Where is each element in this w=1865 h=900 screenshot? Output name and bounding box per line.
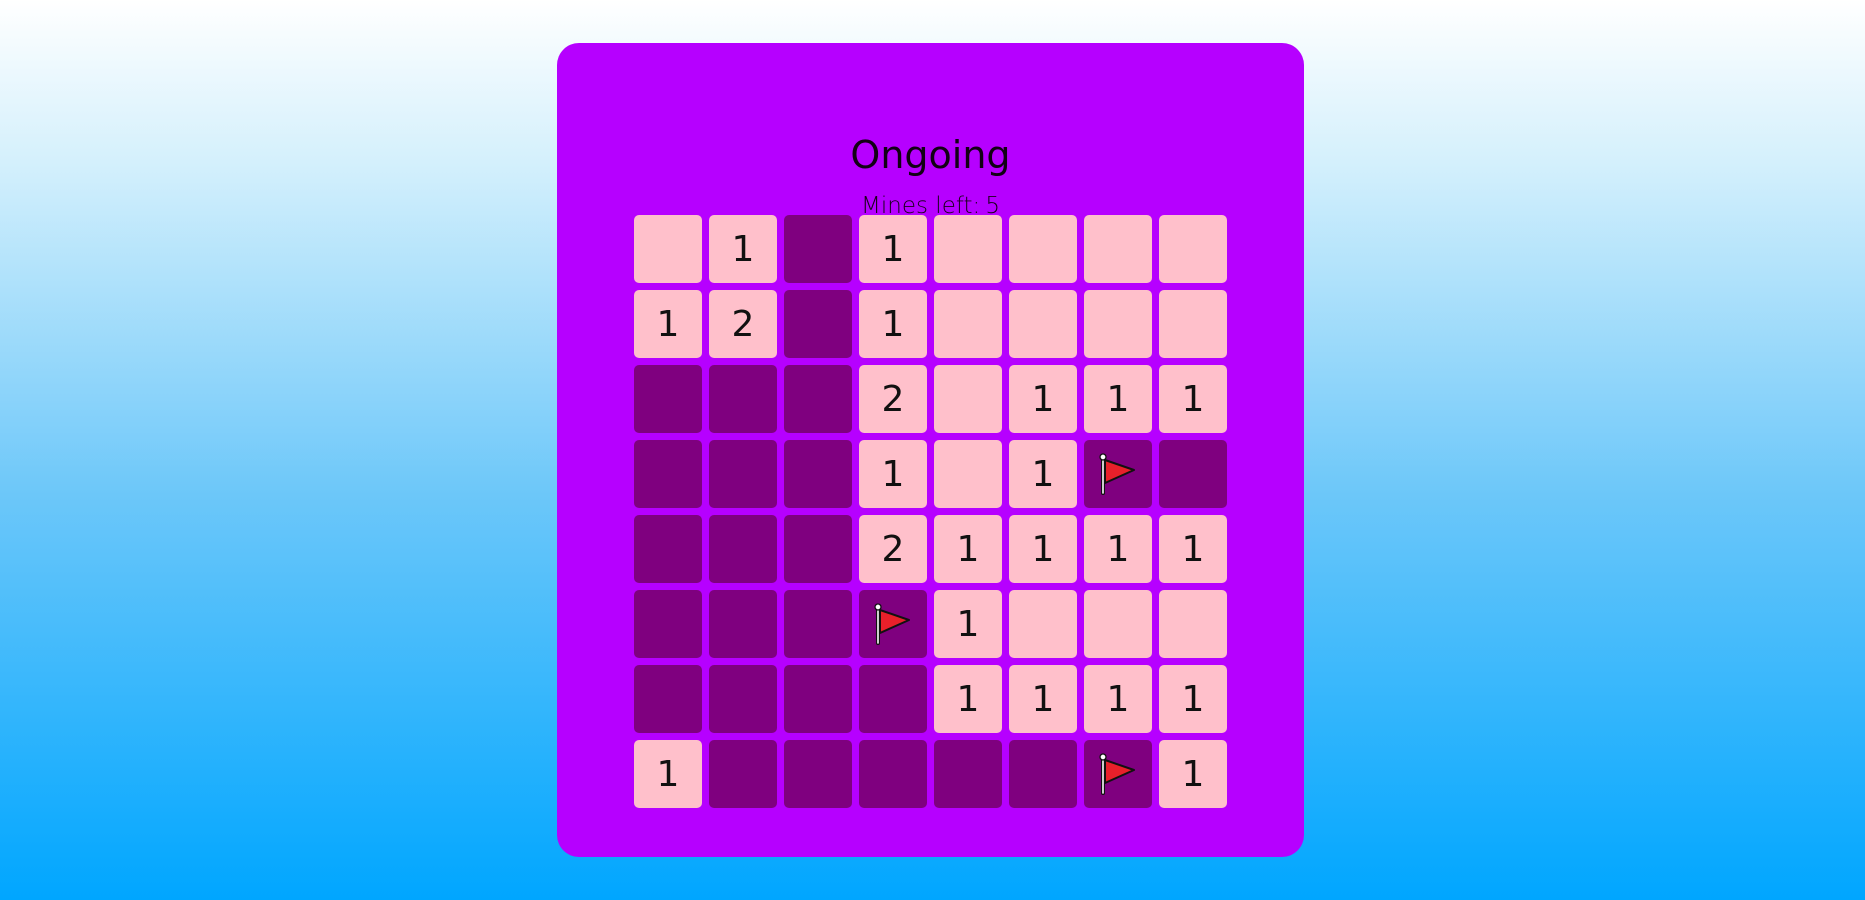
number-cell[interactable]: 1: [1159, 515, 1227, 583]
number-cell[interactable]: 1: [1084, 365, 1152, 433]
hidden-cell[interactable]: [709, 665, 777, 733]
cell-number: 1: [881, 303, 905, 345]
hidden-cell[interactable]: [784, 740, 852, 808]
hidden-cell[interactable]: [709, 740, 777, 808]
number-cell[interactable]: 1: [859, 440, 927, 508]
hidden-cell[interactable]: [709, 365, 777, 433]
hidden-cell[interactable]: [784, 440, 852, 508]
number-cell[interactable]: 1: [859, 290, 927, 358]
hidden-cell[interactable]: [859, 740, 927, 808]
number-cell[interactable]: 1: [634, 290, 702, 358]
cell-number: 2: [731, 303, 755, 345]
cell-number: 1: [1031, 528, 1055, 570]
cell-number: 1: [1181, 378, 1205, 420]
number-cell[interactable]: 1: [1084, 515, 1152, 583]
number-cell[interactable]: 1: [1084, 665, 1152, 733]
revealed-cell[interactable]: [934, 365, 1002, 433]
hidden-cell[interactable]: [1159, 440, 1227, 508]
cell-number: 1: [1106, 528, 1130, 570]
cell-number: 1: [1181, 528, 1205, 570]
number-cell[interactable]: 1: [934, 515, 1002, 583]
cell-number: 1: [1181, 678, 1205, 720]
revealed-cell[interactable]: [634, 215, 702, 283]
hidden-cell[interactable]: [634, 515, 702, 583]
revealed-cell[interactable]: [1009, 290, 1077, 358]
number-cell[interactable]: 1: [1009, 665, 1077, 733]
hidden-cell[interactable]: [784, 365, 852, 433]
cell-number: 1: [1031, 678, 1055, 720]
hidden-cell[interactable]: [784, 215, 852, 283]
revealed-cell[interactable]: [1084, 215, 1152, 283]
number-cell[interactable]: 1: [1009, 365, 1077, 433]
number-cell[interactable]: 1: [1159, 740, 1227, 808]
number-cell[interactable]: 1: [1009, 515, 1077, 583]
number-cell[interactable]: 1: [859, 215, 927, 283]
hidden-cell[interactable]: [784, 665, 852, 733]
revealed-cell[interactable]: [934, 440, 1002, 508]
cell-number: 1: [656, 753, 680, 795]
flagged-cell[interactable]: [859, 590, 927, 658]
cell-number: 1: [656, 303, 680, 345]
revealed-cell[interactable]: [1159, 590, 1227, 658]
number-cell[interactable]: 1: [709, 215, 777, 283]
revealed-cell[interactable]: [1084, 290, 1152, 358]
number-cell[interactable]: 1: [1009, 440, 1077, 508]
minesweeper-board: 1 1 1 2 1 2 1 1 1 1 1 2 1 1 1 1 1 1 1 1 1 1 1: [634, 215, 1227, 808]
number-cell[interactable]: 2: [859, 365, 927, 433]
number-cell[interactable]: 1: [1159, 665, 1227, 733]
number-cell[interactable]: 1: [634, 740, 702, 808]
revealed-cell[interactable]: [1159, 290, 1227, 358]
number-cell[interactable]: 2: [859, 515, 927, 583]
hidden-cell[interactable]: [1009, 740, 1077, 808]
cell-number: 1: [956, 678, 980, 720]
hidden-cell[interactable]: [634, 365, 702, 433]
cell-number: 1: [1031, 453, 1055, 495]
cell-number: 1: [1106, 378, 1130, 420]
flag-icon: [1098, 753, 1138, 795]
hidden-cell[interactable]: [784, 290, 852, 358]
hidden-cell[interactable]: [634, 590, 702, 658]
cell-number: 1: [1106, 678, 1130, 720]
flag-icon: [873, 603, 913, 645]
cell-number: 1: [881, 453, 905, 495]
cell-number: 2: [881, 378, 905, 420]
cell-number: 1: [956, 603, 980, 645]
cell-number: 1: [881, 228, 905, 270]
number-cell[interactable]: 1: [1159, 365, 1227, 433]
hidden-cell[interactable]: [709, 440, 777, 508]
flag-icon: [1098, 453, 1138, 495]
revealed-cell[interactable]: [934, 215, 1002, 283]
game-status-title: Ongoing: [850, 133, 1011, 177]
hidden-cell[interactable]: [934, 740, 1002, 808]
cell-number: 2: [881, 528, 905, 570]
flagged-cell[interactable]: [1084, 740, 1152, 808]
hidden-cell[interactable]: [859, 665, 927, 733]
number-cell[interactable]: 2: [709, 290, 777, 358]
cell-number: 1: [1181, 753, 1205, 795]
cell-number: 1: [731, 228, 755, 270]
flagged-cell[interactable]: [1084, 440, 1152, 508]
hidden-cell[interactable]: [634, 665, 702, 733]
revealed-cell[interactable]: [1009, 215, 1077, 283]
hidden-cell[interactable]: [634, 440, 702, 508]
cell-number: 1: [956, 528, 980, 570]
number-cell[interactable]: 1: [934, 590, 1002, 658]
revealed-cell[interactable]: [934, 290, 1002, 358]
hidden-cell[interactable]: [784, 590, 852, 658]
number-cell[interactable]: 1: [934, 665, 1002, 733]
hidden-cell[interactable]: [709, 590, 777, 658]
hidden-cell[interactable]: [709, 515, 777, 583]
revealed-cell[interactable]: [1159, 215, 1227, 283]
hidden-cell[interactable]: [784, 515, 852, 583]
cell-number: 1: [1031, 378, 1055, 420]
revealed-cell[interactable]: [1084, 590, 1152, 658]
revealed-cell[interactable]: [1009, 590, 1077, 658]
